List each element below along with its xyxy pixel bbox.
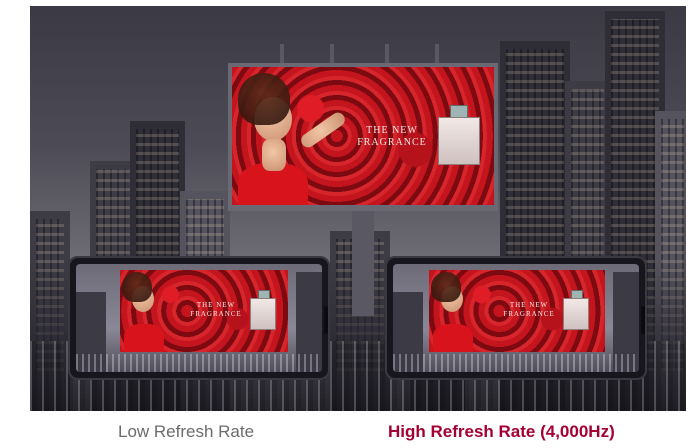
ad-line-2: FRAGRANCE xyxy=(357,137,427,148)
woman-neck xyxy=(262,139,286,171)
perfume-bottle xyxy=(250,298,276,330)
water-reflection xyxy=(393,354,639,372)
billboard-light xyxy=(330,44,334,64)
woman-arm xyxy=(298,109,348,151)
billboard-light xyxy=(385,44,389,64)
billboard-pole xyxy=(352,206,374,316)
red-dress xyxy=(124,324,164,352)
woman-hair xyxy=(431,272,461,302)
billboard-light xyxy=(280,44,284,64)
phone-screen: THE NEW FRAGRANCE xyxy=(76,264,322,372)
perfume-bottle xyxy=(563,298,589,330)
phone-low-refresh: THE NEW FRAGRANCE xyxy=(68,256,330,380)
woman-hair xyxy=(238,73,290,125)
perfume-bottle xyxy=(438,117,480,165)
caption-low-refresh: Low Refresh Rate xyxy=(118,422,255,441)
fragrance-ad-low: THE NEW FRAGRANCE xyxy=(120,270,288,352)
ad-line-1: THE NEW xyxy=(509,301,549,309)
billboard-light xyxy=(435,44,439,64)
phone-high-refresh: THE NEW FRAGRANCE xyxy=(385,256,647,380)
city-night-scene: THE NEW FRAGRANCE THE NEW FRAGRANCE THE … xyxy=(30,6,686,411)
fragrance-ad: THE NEW FRAGRANCE xyxy=(232,67,494,205)
caption-high-refresh: High Refresh Rate (4,000Hz) xyxy=(388,422,615,441)
phone-camera xyxy=(324,305,328,334)
woman-hair xyxy=(122,272,152,302)
phone-screen: THE NEW FRAGRANCE xyxy=(393,264,639,372)
phone-camera xyxy=(641,305,645,334)
ad-line-1: THE NEW xyxy=(196,301,236,309)
billboard: THE NEW FRAGRANCE xyxy=(228,63,498,211)
ad-line-1: THE NEW xyxy=(366,125,418,136)
red-dress xyxy=(433,324,473,352)
ad-line-2: FRAGRANCE xyxy=(503,310,555,318)
water-reflection xyxy=(76,354,322,372)
fragrance-ad-high: THE NEW FRAGRANCE xyxy=(429,270,605,352)
ad-line-2: FRAGRANCE xyxy=(190,310,242,318)
comparison-figure: THE NEW FRAGRANCE THE NEW FRAGRANCE THE … xyxy=(0,0,696,448)
